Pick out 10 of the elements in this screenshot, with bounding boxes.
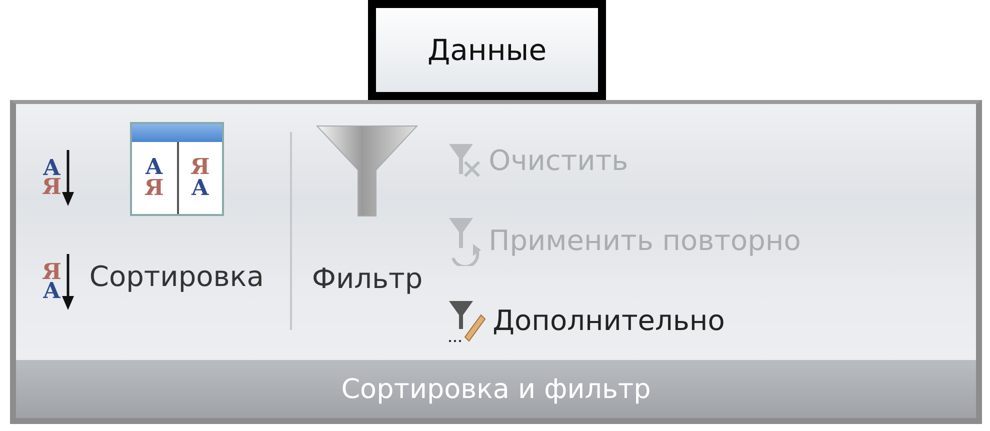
sort-table-icon: А Я Я А	[130, 122, 224, 216]
down-arrow-icon	[61, 148, 76, 208]
sort-button[interactable]: А Я Я А Сортировка	[79, 122, 274, 360]
filter-button[interactable]: Фильтр	[302, 122, 433, 360]
tab[interactable]: Данные	[368, 0, 606, 100]
group-label: Сортировка и фильтр	[16, 360, 976, 418]
sort-descending-button[interactable]: Я А	[38, 248, 80, 316]
down-arrow-icon	[61, 252, 76, 312]
sort-ascending-button[interactable]: А Я	[38, 144, 80, 212]
advanced-button[interactable]: Дополнительно	[446, 288, 801, 352]
